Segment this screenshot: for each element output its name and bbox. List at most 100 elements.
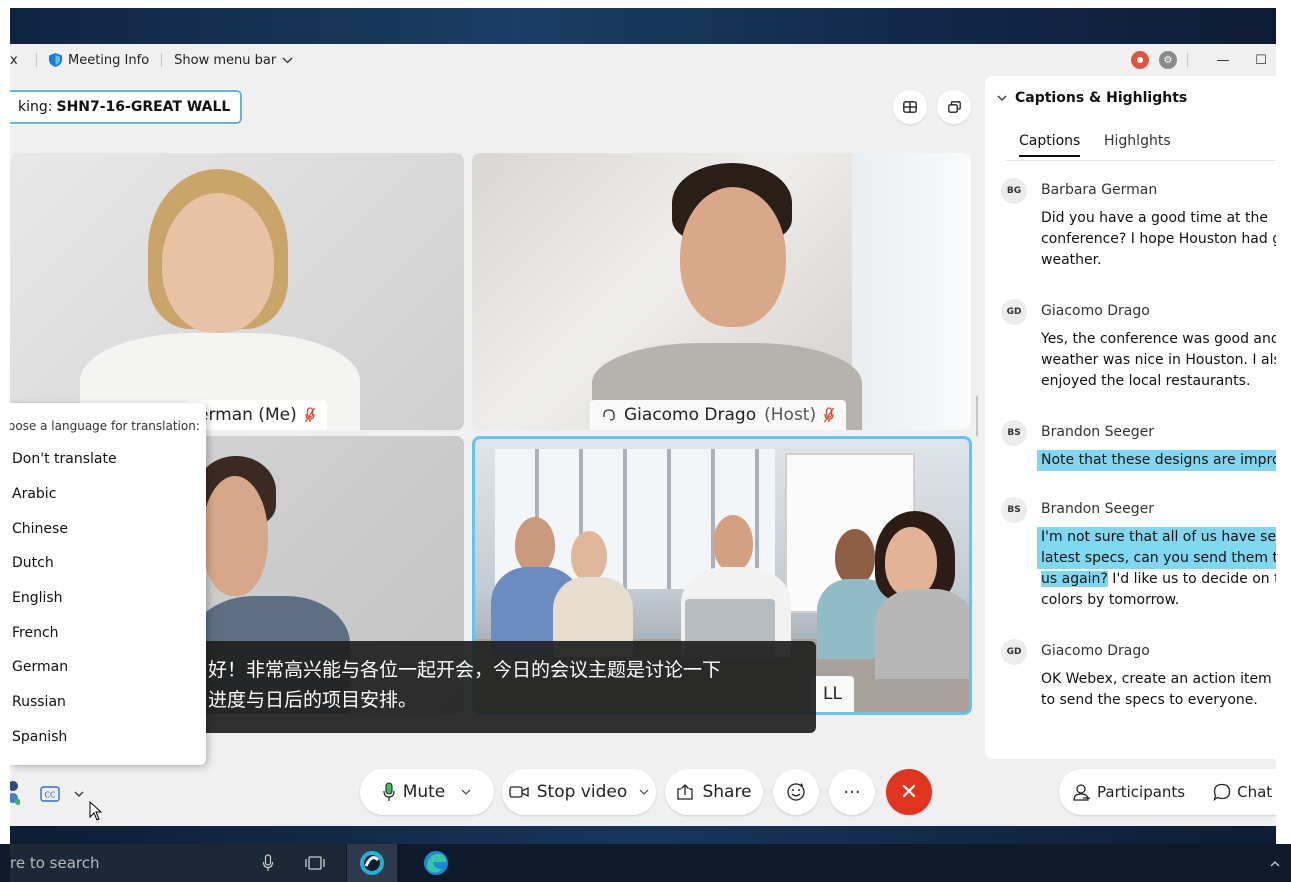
participant-face (885, 527, 937, 597)
highlighted-caption-line[interactable]: I'm not sure that all of us have seen (1037, 527, 1276, 548)
edge-browser-icon[interactable] (423, 850, 449, 876)
show-menu-bar-button[interactable]: Show menu bar (174, 53, 293, 68)
tab-captions[interactable]: Captions (1019, 133, 1081, 157)
participant-name: Giacomo Drago (624, 405, 757, 425)
minimize-button[interactable]: — (1200, 44, 1246, 76)
chat-button[interactable]: Chat (1199, 769, 1276, 815)
video-tile-giacomo[interactable]: Giacomo Drago (Host) (472, 153, 971, 430)
caption-line: weather. (1041, 252, 1102, 268)
participant-face (713, 515, 753, 571)
window-controls: ⚙ — ☐ (1131, 44, 1276, 76)
avatar: BS (1001, 420, 1027, 446)
layout-grid-button[interactable] (893, 90, 927, 124)
end-meeting-button[interactable]: ✕ (886, 769, 932, 815)
caption-line: enjoyed the local restaurants. (1041, 373, 1251, 389)
voice-search-icon[interactable] (255, 850, 281, 876)
microphone-icon (383, 782, 395, 801)
avatar-icon (10, 781, 21, 805)
tab-highlights[interactable]: Highlghts (1104, 133, 1171, 149)
caption-text: Did you have a good time at the conferen… (1041, 208, 1276, 271)
language-option[interactable]: Russian (12, 694, 66, 710)
shield-icon (49, 53, 62, 67)
participants-button[interactable]: Participants (1059, 769, 1199, 815)
language-option[interactable]: Don't translate (12, 451, 117, 467)
caption-line: conference? I hope Houston had go (1041, 231, 1276, 247)
avatar: GD (1001, 299, 1027, 325)
divider (161, 53, 163, 67)
video-camera-icon (509, 786, 529, 798)
stop-video-label: Stop video (536, 782, 628, 802)
speaker-name: Giacomo Drago (1041, 303, 1150, 319)
caption-text: OK Webex, create an action item fo to se… (1041, 669, 1276, 711)
language-option[interactable]: Spanish (12, 729, 67, 745)
mouse-cursor-icon (89, 801, 103, 821)
language-option[interactable]: German (12, 659, 68, 675)
microphone-icon (262, 854, 274, 871)
participant-face (162, 193, 274, 333)
task-view-glyph (305, 856, 325, 870)
participants-icon (1073, 784, 1090, 801)
webex-app-icon[interactable] (359, 850, 385, 876)
mute-button[interactable]: Mute (360, 769, 494, 815)
chevron-down-icon[interactable] (461, 789, 471, 796)
highlighted-caption-line[interactable]: Note that these designs are improv (1037, 450, 1276, 471)
more-options-button[interactable]: ··· (829, 769, 875, 815)
caption-line: Yes, the conference was good and t (1041, 331, 1276, 347)
chevron-down-icon (282, 57, 293, 63)
language-option[interactable]: Dutch (12, 555, 54, 571)
panel-resize-handle[interactable] (976, 396, 978, 436)
edge-logo-icon (424, 851, 448, 875)
system-tray-chevron-icon (1270, 860, 1280, 866)
window-backdrop (852, 153, 971, 430)
video-tile-barbara[interactable]: erman (Me) (10, 153, 464, 430)
caption-line: OK Webex, create an action item fo (1041, 671, 1276, 687)
desktop-top (0, 0, 1291, 8)
caption-line: 好！非常高兴能与各位一起开会，今日的会议主题是讨论一下 (208, 659, 722, 681)
recording-icon[interactable] (1131, 51, 1149, 69)
mic-muted-icon (824, 407, 835, 423)
svg-text:CC: CC (44, 791, 56, 800)
highlighted-caption-line[interactable]: latest specs, can you send them to a (1037, 548, 1276, 569)
status-icon[interactable]: ⚙ (1159, 51, 1177, 69)
language-option[interactable]: Arabic (12, 486, 56, 502)
meeting-info-button[interactable]: Meeting Info (49, 53, 149, 68)
participant-face (515, 517, 555, 573)
active-speaker-label: king: SHN7-16-GREAT WALL (10, 90, 243, 124)
meeting-info-label: Meeting Info (68, 52, 150, 68)
show-menu-bar-label: Show menu bar (174, 52, 277, 68)
participant-body (875, 589, 969, 679)
share-icon (677, 784, 694, 800)
task-view-icon[interactable] (302, 850, 328, 876)
share-button[interactable]: Share (665, 769, 763, 815)
popout-button[interactable] (937, 90, 971, 124)
participant-face (835, 529, 875, 585)
reactions-button[interactable] (773, 769, 819, 815)
desktop-wallpaper-bottom (10, 826, 1276, 844)
highlighted-caption-line[interactable]: us again? (1041, 571, 1108, 587)
captions-panel-header[interactable]: Captions & Highlights (997, 90, 1187, 106)
chevron-up-icon[interactable] (1262, 850, 1288, 876)
participant-name-tag: erman (Me) (186, 400, 327, 430)
language-option[interactable]: English (12, 590, 63, 606)
maximize-button[interactable]: ☐ (1246, 44, 1276, 76)
user-avatar[interactable] (10, 776, 21, 806)
participants-label: Participants (1097, 783, 1186, 801)
caption-line: to send the specs to everyone. (1041, 692, 1258, 708)
meeting-window: x Meeting Info Show menu bar ⚙ — ☐ king:… (10, 44, 1276, 826)
caption-line: weather was nice in Houston. I also (1041, 352, 1276, 368)
taskbar-search-box[interactable]: re to search (10, 844, 346, 882)
language-option[interactable]: French (12, 625, 59, 641)
participant-role: (Host) (764, 405, 817, 425)
chevron-down-icon[interactable] (639, 789, 649, 796)
title-bar: x Meeting Info Show menu bar ⚙ — ☐ (10, 44, 1276, 76)
closed-captions-icon[interactable]: CC (40, 786, 60, 802)
stop-video-button[interactable]: Stop video (502, 769, 656, 815)
participant-face (680, 187, 786, 327)
mute-label: Mute (402, 782, 446, 802)
panel-toggles: Participants Chat (1059, 769, 1276, 815)
caption-line: 进度与日后的项目安排。 (208, 689, 418, 711)
caption-text: Note that these designs are improv (1037, 450, 1276, 471)
active-speaker-prefix: king: (18, 99, 53, 115)
language-option[interactable]: Chinese (12, 521, 68, 537)
chevron-down-icon[interactable] (74, 791, 84, 798)
